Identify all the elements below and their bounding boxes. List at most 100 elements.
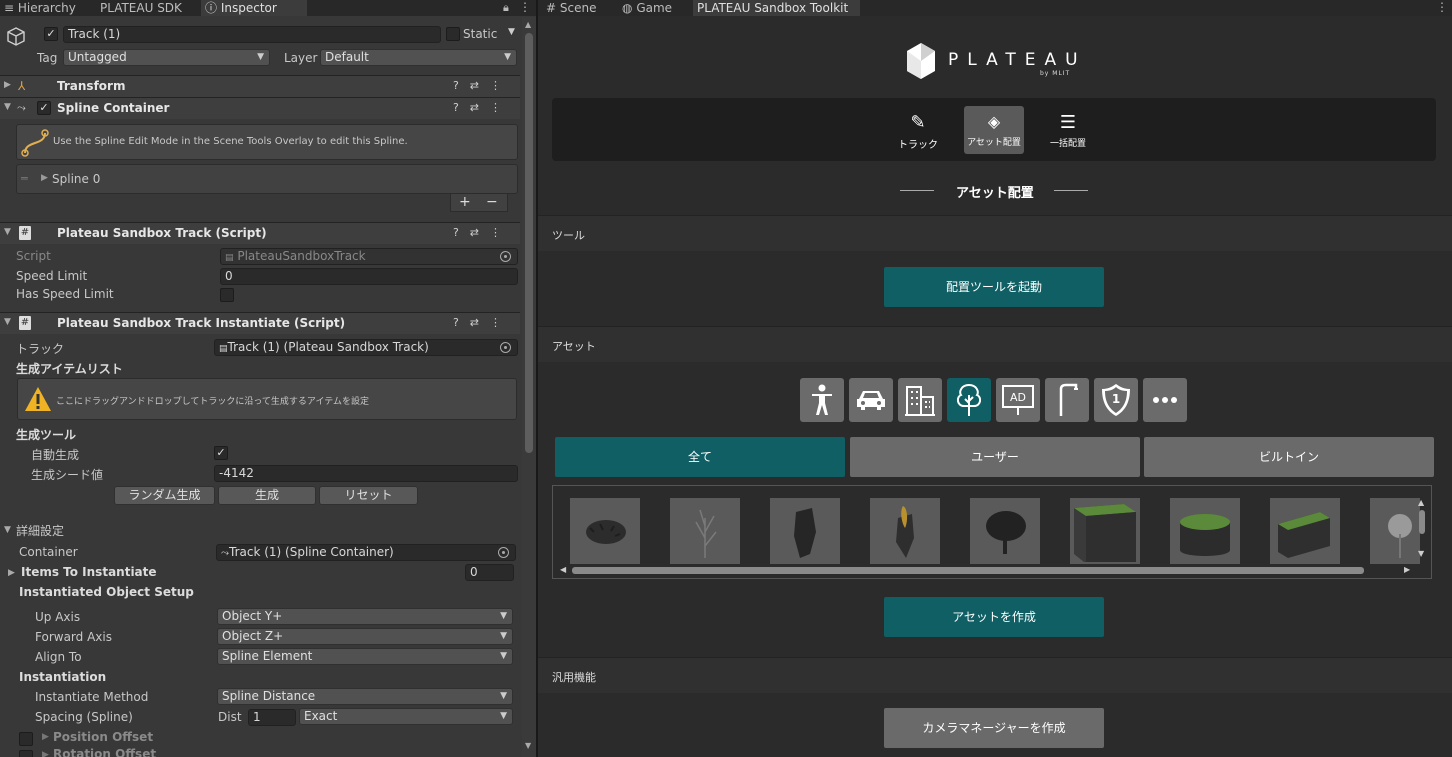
expand-arrow-icon[interactable]: ▶ xyxy=(8,568,15,578)
nav-track-button[interactable]: ✎ トラック xyxy=(888,106,948,154)
expand-arrow-icon[interactable]: ▶ xyxy=(42,750,49,757)
scroll-down-icon[interactable]: ▼ xyxy=(525,741,531,750)
component-header-icons[interactable]: ?⇄⋮ xyxy=(453,101,512,114)
filter-all-button[interactable]: 全て xyxy=(555,437,845,477)
object-name-field[interactable]: Track (1) xyxy=(63,26,441,43)
filter-builtin-button[interactable]: ビルトイン xyxy=(1144,437,1434,477)
spline-container-enabled-checkbox[interactable]: ✓ xyxy=(37,101,51,115)
active-checkbox[interactable]: ✓ xyxy=(44,27,58,41)
add-spline-button[interactable]: + xyxy=(459,194,471,210)
asset-thumbnail[interactable] xyxy=(1370,498,1420,564)
align-to-dropdown[interactable]: Spline Element ▼ xyxy=(217,648,513,665)
asset-thumbnail[interactable] xyxy=(1270,498,1340,564)
track-object-field[interactable]: ▤Track (1) (Plateau Sandbox Track) xyxy=(214,339,518,356)
up-axis-dropdown[interactable]: Object Y+ ▼ xyxy=(217,608,513,625)
category-more-button[interactable] xyxy=(1143,378,1187,422)
collapse-arrow-icon[interactable]: ▼ xyxy=(4,525,11,535)
expand-arrow-icon[interactable]: ▶ xyxy=(41,173,48,183)
tab-hierarchy[interactable]: ≡ Hierarchy xyxy=(0,0,92,16)
dist-input[interactable]: 1 xyxy=(248,709,296,726)
remove-spline-button[interactable]: − xyxy=(486,194,498,210)
reset-button[interactable]: リセット xyxy=(319,486,418,505)
scroll-down-icon[interactable]: ▼ xyxy=(1418,549,1424,558)
object-picker-icon[interactable] xyxy=(500,342,511,353)
spacing-mode-dropdown[interactable]: Exact ▼ xyxy=(299,708,513,725)
scroll-up-icon[interactable]: ▲ xyxy=(1418,498,1424,507)
expand-arrow-icon[interactable]: ▶ xyxy=(4,80,11,90)
lock-icon[interactable]: 🔒︎ xyxy=(503,1,509,15)
drop-area-warning[interactable]: ここにドラッグアンドドロップしてトラックに沿って生成するアイテムを設定 xyxy=(17,378,517,420)
filter-user-button[interactable]: ユーザー xyxy=(850,437,1140,477)
create-camera-manager-button[interactable]: カメラマネージャーを作成 xyxy=(884,708,1104,748)
transform-header[interactable]: ▶ ⅄ Transform ?⇄⋮ xyxy=(0,75,520,97)
items-to-instantiate-label[interactable]: Items To Instantiate xyxy=(21,565,157,579)
layer-dropdown[interactable]: Default ▼ xyxy=(320,49,517,66)
scroll-left-icon[interactable]: ◀ xyxy=(560,565,566,574)
auto-generate-checkbox[interactable]: ✓ xyxy=(214,446,228,460)
create-asset-button[interactable]: アセットを作成 xyxy=(884,597,1104,637)
track-value: Track (1) (Plateau Sandbox Track) xyxy=(227,340,429,354)
forward-axis-dropdown[interactable]: Object Z+ ▼ xyxy=(217,628,513,645)
items-count-field[interactable]: 0 xyxy=(465,564,514,581)
rotation-offset-checkbox[interactable] xyxy=(19,750,33,757)
tab-game[interactable]: ◍ Game xyxy=(618,0,693,16)
instantiate-method-dropdown[interactable]: Spline Distance ▼ xyxy=(217,688,513,705)
static-checkbox[interactable] xyxy=(446,27,460,41)
container-field[interactable]: ⤳Track (1) (Spline Container) xyxy=(216,544,516,561)
seed-input[interactable]: -4142 xyxy=(214,465,518,482)
collapse-arrow-icon[interactable]: ▼ xyxy=(4,102,11,112)
asset-thumbnail[interactable] xyxy=(970,498,1040,564)
scrollbar-thumb[interactable] xyxy=(525,33,533,453)
random-generate-button[interactable]: ランダム生成 xyxy=(114,486,215,505)
rotation-offset-label[interactable]: Rotation Offset xyxy=(53,747,156,757)
component-header-icons[interactable]: ?⇄⋮ xyxy=(453,79,512,92)
inspector-scrollbar[interactable]: ▲ ▼ xyxy=(522,17,536,757)
nav-asset-placement-button[interactable]: ◈ アセット配置 xyxy=(964,106,1024,154)
category-tree-button[interactable] xyxy=(947,378,991,422)
tag-dropdown[interactable]: Untagged ▼ xyxy=(63,49,270,66)
category-ad-button[interactable]: AD xyxy=(996,378,1040,422)
instantiate-script-header[interactable]: ▼ # Plateau Sandbox Track Instantiate (S… xyxy=(0,312,520,334)
speed-limit-input[interactable]: 0 xyxy=(220,268,518,285)
component-header-icons[interactable]: ?⇄⋮ xyxy=(453,316,512,329)
scroll-right-icon[interactable]: ▶ xyxy=(1404,565,1410,574)
spline-item-label[interactable]: Spline 0 xyxy=(52,172,100,186)
static-dropdown-icon[interactable]: ▼ xyxy=(508,27,515,37)
tab-inspector[interactable]: ⓘ Inspector xyxy=(201,0,307,16)
object-picker-icon[interactable] xyxy=(498,547,509,558)
tab-menu-icon[interactable]: ⋮ xyxy=(1436,0,1448,14)
tab-menu-icon[interactable]: ⋮ xyxy=(519,0,531,14)
category-car-button[interactable] xyxy=(849,378,893,422)
collapse-arrow-icon[interactable]: ▼ xyxy=(4,317,11,327)
position-offset-checkbox[interactable] xyxy=(19,732,33,746)
launch-placement-tool-button[interactable]: 配置ツールを起動 xyxy=(884,267,1104,307)
component-header-icons[interactable]: ?⇄⋮ xyxy=(453,226,512,239)
asset-thumbnail[interactable] xyxy=(670,498,740,564)
has-speed-limit-checkbox[interactable] xyxy=(220,288,234,302)
asset-thumbnail[interactable] xyxy=(570,498,640,564)
category-street-light-button[interactable] xyxy=(1045,378,1089,422)
advanced-settings-header[interactable]: 詳細設定 xyxy=(16,522,64,539)
asset-thumbnail[interactable] xyxy=(870,498,940,564)
grid-horizontal-thumb[interactable] xyxy=(572,567,1364,574)
position-offset-label[interactable]: Position Offset xyxy=(53,730,153,744)
generate-button[interactable]: 生成 xyxy=(218,486,316,505)
seed-label: 生成シード値 xyxy=(31,468,104,482)
tab-scene[interactable]: # Scene xyxy=(542,0,614,16)
asset-thumbnail[interactable] xyxy=(770,498,840,564)
scroll-up-icon[interactable]: ▲ xyxy=(525,20,531,29)
category-route-sign-button[interactable]: 1 xyxy=(1094,378,1138,422)
grid-vertical-thumb[interactable] xyxy=(1419,510,1425,534)
drag-handle-icon[interactable]: ═ xyxy=(21,172,28,185)
tab-plateau-sdk[interactable]: PLATEAU SDK xyxy=(96,0,196,16)
collapse-arrow-icon[interactable]: ▼ xyxy=(4,227,11,237)
tab-sandbox-toolkit[interactable]: PLATEAU Sandbox Toolkit xyxy=(693,0,860,16)
category-person-button[interactable] xyxy=(800,378,844,422)
asset-thumbnail[interactable] xyxy=(1070,498,1140,564)
asset-thumbnail[interactable] xyxy=(1170,498,1240,564)
expand-arrow-icon[interactable]: ▶ xyxy=(42,732,49,742)
spline-container-header[interactable]: ▼ ⤳ ✓ Spline Container ?⇄⋮ xyxy=(0,97,520,119)
track-script-header[interactable]: ▼ # Plateau Sandbox Track (Script) ?⇄⋮ xyxy=(0,222,520,244)
nav-bulk-placement-button[interactable]: ☰ 一括配置 xyxy=(1038,106,1098,154)
category-building-button[interactable] xyxy=(898,378,942,422)
